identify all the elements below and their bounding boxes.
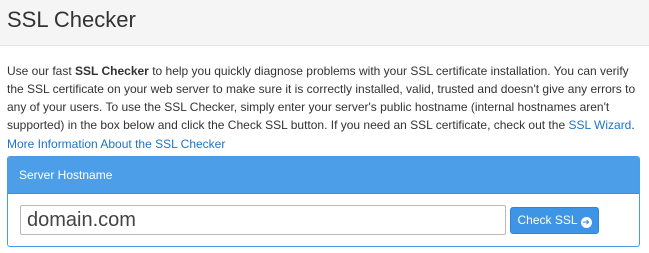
panel-heading: Server Hostname xyxy=(8,157,639,194)
arrow-right-circle-icon: ➜ xyxy=(580,217,592,228)
intro-text-start: Use our fast xyxy=(7,64,76,78)
check-ssl-button[interactable]: Check SSL ➜ xyxy=(510,207,599,234)
page-header: SSL Checker xyxy=(0,0,649,46)
ssl-wizard-link[interactable]: SSL Wizard xyxy=(568,118,631,132)
hostname-panel: Server Hostname Check SSL➜ xyxy=(7,156,640,247)
page-title: SSL Checker xyxy=(7,7,136,32)
intro-text-end: . xyxy=(631,118,635,132)
more-information-link[interactable]: More Information About the SSL Checker xyxy=(7,135,225,153)
intro-text: Use our fast SSL Checker to help you qui… xyxy=(7,62,643,134)
intro-bold-ssl-checker: SSL Checker xyxy=(75,64,149,78)
hostname-input[interactable] xyxy=(20,205,506,235)
check-ssl-label: Check SSL xyxy=(517,213,578,227)
